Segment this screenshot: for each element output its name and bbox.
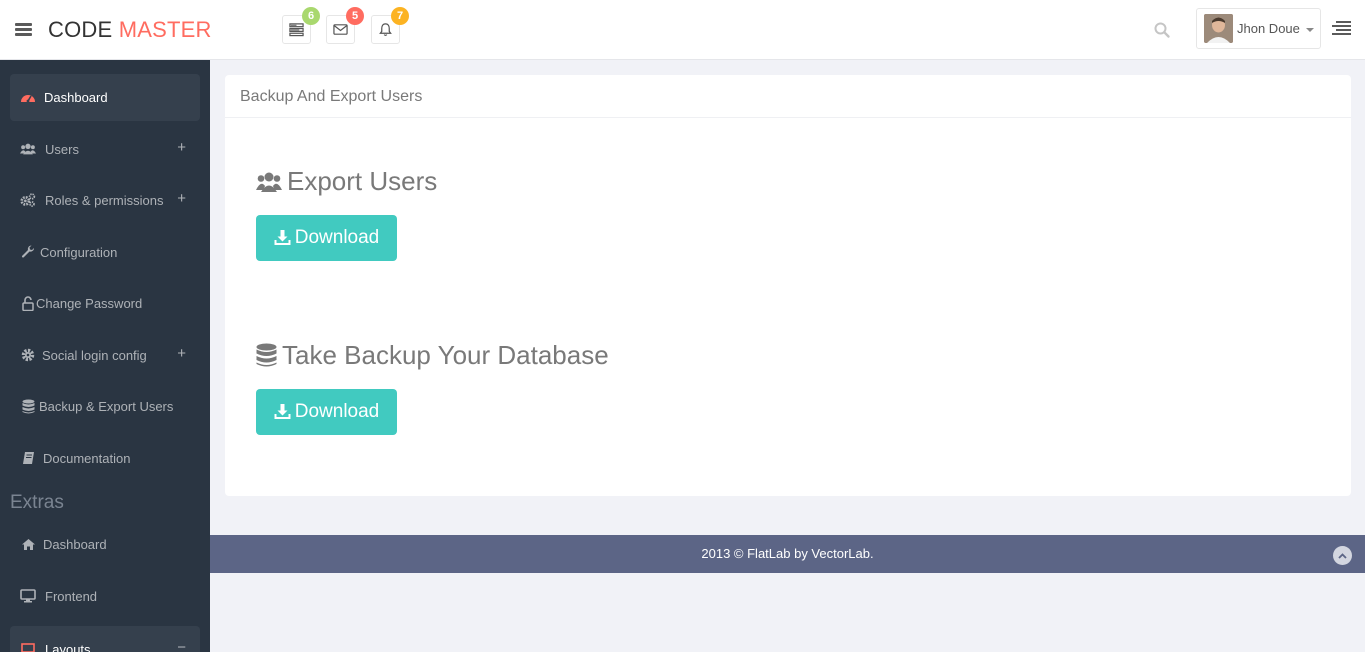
- tasks-badge: 6: [302, 7, 320, 25]
- sidebar-item-change-password[interactable]: Change Password: [10, 280, 200, 327]
- sidebar-item-layouts[interactable]: Layouts −: [10, 626, 200, 652]
- sidebar-toggle-icon[interactable]: [15, 23, 32, 36]
- sidebar-item-backup[interactable]: Backup & Export Users: [10, 383, 200, 430]
- panel-title: Backup And Export Users: [225, 75, 1351, 118]
- book-icon: [20, 450, 36, 466]
- expand-icon: +: [177, 190, 186, 207]
- home-icon: [20, 536, 36, 552]
- sidebar-item-dashboard[interactable]: Dashboard: [10, 74, 200, 121]
- button-label: Download: [294, 401, 380, 422]
- export-users-download-button[interactable]: Download: [256, 215, 397, 261]
- download-icon: [274, 404, 291, 419]
- button-label: Download: [294, 227, 380, 248]
- database-icon: [256, 343, 277, 367]
- chevron-up-icon: [1338, 552, 1347, 559]
- sidebar-item-label: Backup & Export Users: [39, 399, 174, 414]
- bell-icon: [379, 23, 392, 36]
- download-icon: [274, 230, 291, 245]
- footer: 2013 © FlatLab by VectorLab.: [210, 535, 1365, 573]
- alerts-badge: 7: [391, 7, 409, 25]
- desktop-icon: [20, 588, 36, 604]
- database-icon: [20, 398, 36, 414]
- alerts-button[interactable]: 7: [371, 7, 409, 44]
- sidebar-item-configuration[interactable]: Configuration: [10, 229, 200, 276]
- sidebar-item-users[interactable]: Users +: [10, 126, 200, 173]
- brand-logo[interactable]: CODE MASTER: [48, 17, 212, 43]
- sidebar-item-roles[interactable]: Roles & permissions +: [10, 177, 200, 224]
- chevron-down-icon: [1306, 28, 1314, 32]
- sidebar-item-label: Frontend: [45, 589, 98, 604]
- footer-text: 2013 © FlatLab by VectorLab.: [701, 546, 874, 561]
- dashboard-icon: [20, 89, 36, 105]
- expand-icon: +: [177, 345, 186, 362]
- go-top-button[interactable]: [1333, 546, 1352, 565]
- collapse-icon: −: [177, 639, 186, 652]
- cogs-icon: [20, 192, 36, 208]
- sidebar-item-label: Dashboard: [44, 90, 108, 105]
- wrench-icon: [20, 244, 36, 260]
- laptop-icon: [20, 641, 36, 652]
- top-header: CODE MASTER 6 5 7 Jhon Doue: [0, 0, 1365, 60]
- envelope-icon: [333, 24, 348, 35]
- main-panel: Backup And Export Users Export Users Dow…: [225, 75, 1351, 496]
- users-icon: [256, 172, 282, 192]
- sidebar-item-label: Change Password: [36, 296, 143, 311]
- section-title-text: Take Backup Your Database: [282, 340, 609, 370]
- export-users-heading: Export Users: [256, 166, 437, 197]
- sidebar-heading-extras: Extras: [10, 492, 64, 513]
- user-dropdown[interactable]: Jhon Doue: [1196, 8, 1321, 49]
- sidebar-item-social-login[interactable]: Social login config +: [10, 332, 200, 379]
- backup-database-download-button[interactable]: Download: [256, 389, 397, 435]
- sidebar-item-label: Users: [45, 142, 79, 157]
- sidebar: Dashboard Users + Roles & permissions + …: [0, 60, 210, 652]
- brand-part1: CODE: [48, 17, 119, 42]
- avatar: [1204, 14, 1233, 43]
- sidebar-item-label: Layouts: [45, 642, 91, 652]
- expand-icon: +: [177, 139, 186, 156]
- sidebar-item-extras-dashboard[interactable]: Dashboard: [10, 521, 200, 568]
- tasks-button[interactable]: 6: [282, 7, 320, 44]
- sidebar-item-label: Dashboard: [43, 537, 107, 552]
- section-title-text: Export Users: [287, 166, 438, 196]
- user-name: Jhon Doue: [1237, 21, 1300, 36]
- users-icon: [20, 141, 36, 157]
- sidebar-item-frontend[interactable]: Frontend: [10, 573, 200, 620]
- sidebar-item-label: Configuration: [40, 245, 118, 260]
- messages-badge: 5: [346, 7, 364, 25]
- sidebar-item-label: Roles & permissions: [45, 193, 164, 208]
- unlock-icon: [20, 295, 36, 311]
- sidebar-item-documentation[interactable]: Documentation: [10, 435, 200, 482]
- sidebar-item-label: Documentation: [43, 451, 131, 466]
- brand-part2: MASTER: [118, 17, 212, 42]
- tasks-icon: [289, 23, 304, 37]
- messages-button[interactable]: 5: [326, 7, 364, 44]
- right-sidebar-toggle-icon[interactable]: [1332, 21, 1351, 37]
- gear-icon: [20, 347, 36, 363]
- backup-database-heading: Take Backup Your Database: [256, 340, 609, 371]
- sidebar-item-label: Social login config: [42, 348, 147, 363]
- search-icon[interactable]: [1153, 21, 1171, 39]
